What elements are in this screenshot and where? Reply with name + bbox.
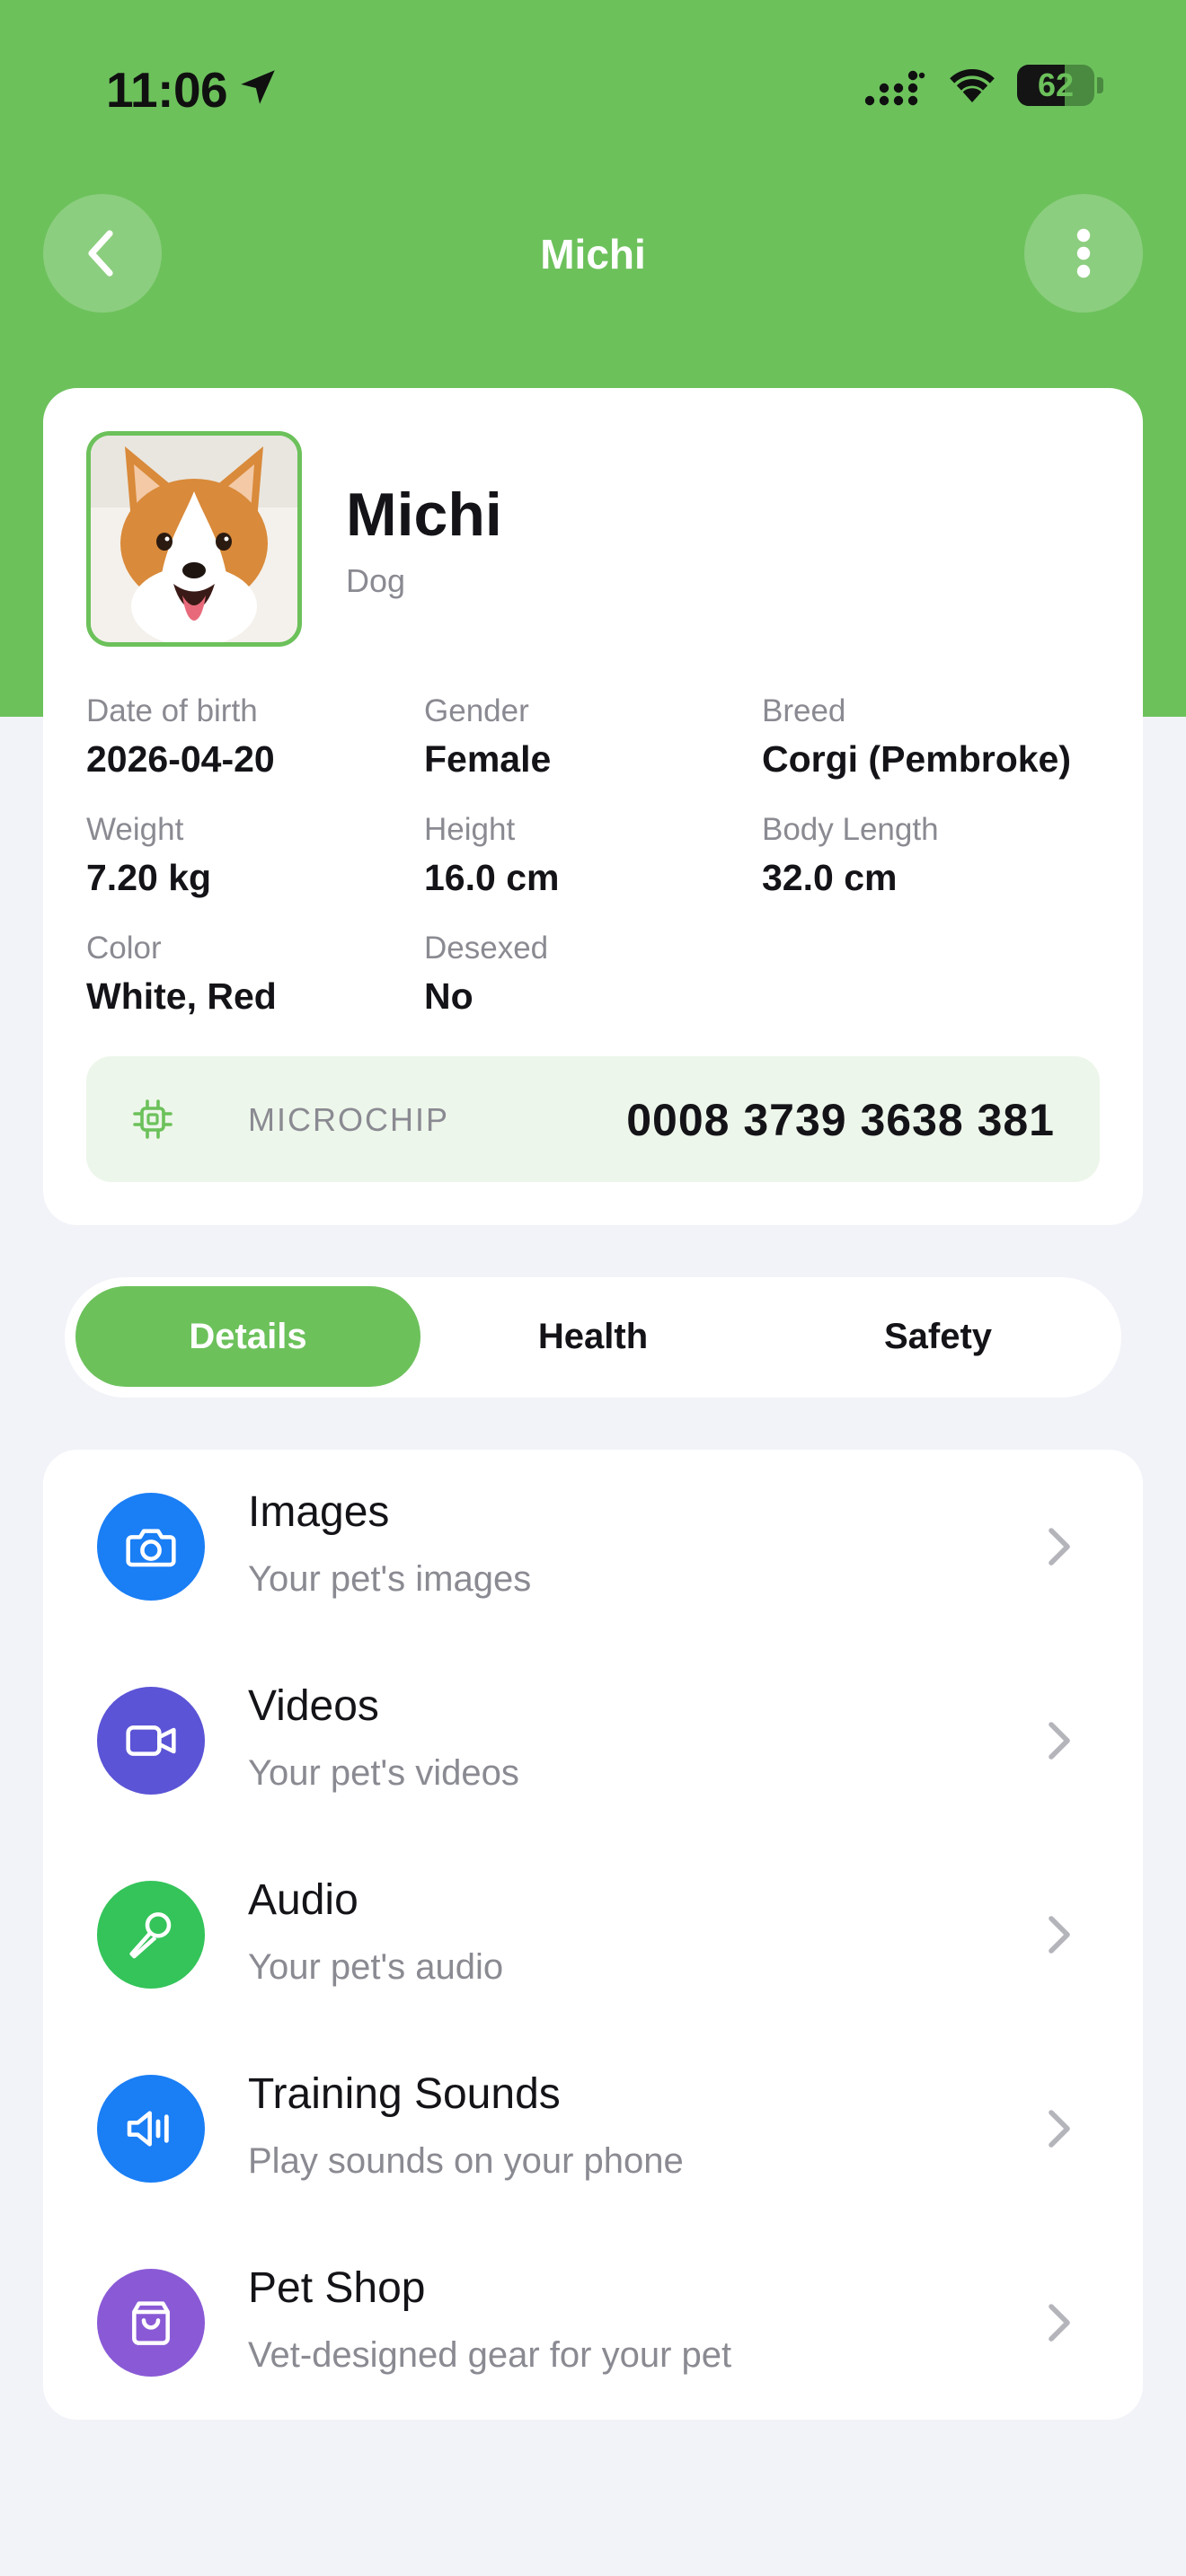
pet-name: Michi bbox=[346, 481, 502, 549]
microchip-number: 0008 3739 3638 381 bbox=[626, 1095, 1055, 1145]
tab-health[interactable]: Health bbox=[420, 1286, 766, 1387]
chevron-right-icon bbox=[1049, 2110, 1070, 2148]
menu-item-title: Videos bbox=[248, 1682, 379, 1730]
pet-profile-card: Michi Dog Date of birth 2026-04-20 Gende… bbox=[43, 388, 1143, 1225]
microphone-icon bbox=[97, 1881, 205, 1989]
tab-details[interactable]: Details bbox=[75, 1286, 420, 1387]
desexed-label: Desexed bbox=[424, 931, 549, 966]
chip-icon bbox=[133, 1099, 173, 1139]
menu-item-images[interactable]: Images Your pet's images bbox=[43, 1450, 1143, 1644]
pet-species: Dog bbox=[346, 562, 406, 599]
menu-item-training-sounds[interactable]: Training Sounds Play sounds on your phon… bbox=[43, 2032, 1143, 2226]
battery-indicator: 62 bbox=[1017, 65, 1103, 106]
menu-item-subtitle: Your pet's videos bbox=[248, 1753, 519, 1793]
body-length-value: 32.0 cm bbox=[762, 857, 898, 898]
menu-item-subtitle: Play sounds on your phone bbox=[248, 2141, 684, 2181]
menu-item-subtitle: Vet-designed gear for your pet bbox=[248, 2335, 732, 2375]
chevron-right-icon bbox=[1049, 2304, 1070, 2342]
shopping-bag-icon bbox=[97, 2269, 205, 2377]
location-arrow-icon bbox=[241, 70, 275, 104]
menu-item-title: Images bbox=[248, 1488, 390, 1536]
wifi-icon bbox=[950, 68, 995, 102]
menu-item-title: Audio bbox=[248, 1876, 358, 1924]
height-value: 16.0 cm bbox=[424, 857, 560, 898]
chevron-right-icon bbox=[1049, 1916, 1070, 1954]
date-of-birth-label: Date of birth bbox=[86, 693, 258, 728]
gender-value: Female bbox=[424, 738, 552, 780]
breed-label: Breed bbox=[762, 693, 846, 728]
menu-item-subtitle: Your pet's images bbox=[248, 1559, 532, 1599]
height-label: Height bbox=[424, 812, 516, 847]
vertical-ellipsis-icon bbox=[1076, 228, 1091, 278]
feature-menu: Images Your pet's images Videos Your pet… bbox=[43, 1450, 1143, 2420]
microchip-label: MICROCHIP bbox=[248, 1101, 449, 1138]
tab-safety[interactable]: Safety bbox=[766, 1286, 1111, 1387]
color-label: Color bbox=[86, 931, 162, 966]
weight-value: 7.20 kg bbox=[86, 857, 212, 898]
more-options-button[interactable] bbox=[1024, 194, 1143, 313]
page-title: Michi bbox=[540, 231, 646, 278]
color-value: White, Red bbox=[86, 975, 277, 1017]
segmented-tabs: Details Health Safety bbox=[65, 1277, 1121, 1398]
menu-item-title: Training Sounds bbox=[248, 2070, 561, 2118]
breed-value: Corgi (Pembroke) bbox=[762, 738, 1071, 780]
chevron-right-icon bbox=[1049, 1528, 1070, 1566]
body-length-label: Body Length bbox=[762, 812, 939, 847]
camera-icon bbox=[97, 1493, 205, 1601]
status-time: 11:06 bbox=[106, 62, 228, 118]
menu-item-audio[interactable]: Audio Your pet's audio bbox=[43, 1838, 1143, 2032]
microchip-panel[interactable]: MICROCHIP 0008 3739 3638 381 bbox=[86, 1056, 1100, 1182]
status-bar: 11:06 62 bbox=[0, 54, 1186, 118]
chevron-right-icon bbox=[1049, 1722, 1070, 1760]
menu-item-subtitle: Your pet's audio bbox=[248, 1947, 504, 1987]
desexed-value: No bbox=[424, 975, 474, 1017]
corgi-photo bbox=[91, 436, 297, 642]
video-camera-icon bbox=[97, 1687, 205, 1795]
speaker-icon bbox=[97, 2075, 205, 2183]
menu-item-title: Pet Shop bbox=[248, 2264, 426, 2312]
date-of-birth-value: 2026-04-20 bbox=[86, 738, 275, 780]
pet-profile-screen: 11:06 62 Michi Michi Dog Date of birth 2… bbox=[0, 0, 1186, 2576]
weight-label: Weight bbox=[86, 812, 184, 847]
pet-avatar[interactable] bbox=[86, 431, 302, 647]
battery-level: 62 bbox=[1037, 66, 1075, 103]
menu-item-pet-shop[interactable]: Pet Shop Vet-designed gear for your pet bbox=[43, 2226, 1143, 2420]
gender-label: Gender bbox=[424, 693, 529, 728]
menu-item-videos[interactable]: Videos Your pet's videos bbox=[43, 1644, 1143, 1838]
cellular-signal-icon bbox=[864, 70, 925, 106]
